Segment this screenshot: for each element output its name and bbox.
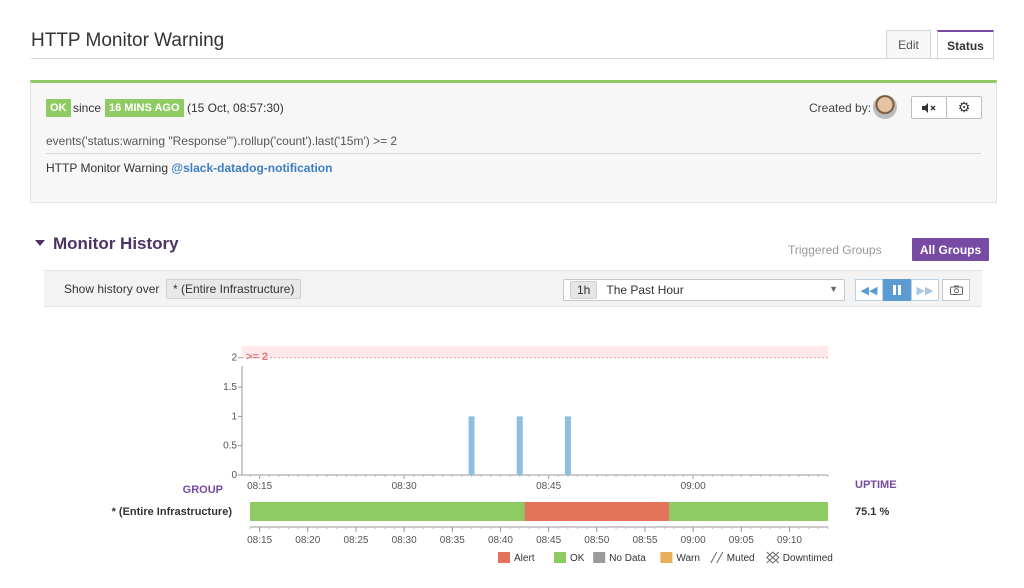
legend-label: Downtimed (783, 553, 833, 564)
timeline-tick-label: 09:05 (729, 535, 754, 546)
history-toolbar: Show history over * (Entire Infrastructu… (44, 270, 982, 307)
x-tick-label: 08:45 (536, 481, 561, 492)
monitor-history-chart: >= 2 0 0.5 1 1.5 2 08:15 08:30 08:45 09:00 GROUP … (112, 346, 897, 564)
legend-item-downtimed: Downtimed (766, 551, 833, 564)
chart-bar (564, 416, 571, 475)
evaluation-graph: >= 2 0 0.5 1 1.5 2 08:15 08:30 08:45 09:00 (223, 346, 829, 492)
monitor-history-title[interactable]: Monitor History (53, 234, 179, 254)
timeframe-label: The Past Hour (606, 283, 684, 297)
group-name: * (Entire Infrastructure) (112, 506, 233, 518)
timeline-tick-label: 08:55 (632, 535, 657, 546)
timeline-tick-label: 08:40 (488, 535, 513, 546)
gear-icon: ⚙ (957, 99, 971, 115)
monitor-message: HTTP Monitor Warning @slack-datadog-noti… (46, 161, 332, 175)
title-divider (31, 58, 994, 59)
settings-button[interactable]: ⚙ (946, 96, 982, 119)
timeline-segment-ok (669, 502, 828, 521)
y-tick-label: 0 (231, 470, 237, 481)
legend-item-ok: OK (554, 552, 585, 564)
timeline-segment-ok (250, 502, 525, 521)
timeline-tick-label: 08:35 (440, 535, 465, 546)
timeline-tick-label: 08:30 (392, 535, 417, 546)
legend-swatch (710, 551, 724, 564)
mute-button[interactable] (911, 96, 947, 119)
triggered-groups-tab[interactable]: Triggered Groups (788, 243, 882, 257)
x-tick-label: 08:30 (392, 481, 417, 492)
threshold-label: >= 2 (246, 351, 268, 363)
x-tick-label: 08:15 (247, 481, 272, 492)
state-badge: OK (46, 99, 71, 117)
legend-item-muted: Muted (710, 551, 755, 564)
legend-item-warn: Warn (660, 552, 700, 564)
x-tick-label: 09:00 (681, 481, 706, 492)
legend-label: Alert (514, 553, 535, 564)
tab-status[interactable]: Status (937, 30, 994, 60)
chart-bar (468, 416, 475, 475)
pause-button[interactable] (883, 279, 911, 301)
legend-item-alert: Alert (498, 552, 535, 564)
message-text: HTTP Monitor Warning (46, 161, 169, 175)
rewind-button[interactable]: ◀◀ (855, 279, 883, 301)
dropdown-arrow-icon: ▼ (829, 284, 838, 294)
duration-badge: 16 MINS AGO (105, 99, 184, 117)
avatar[interactable] (873, 95, 897, 119)
timeline-tick-label: 09:10 (777, 535, 802, 546)
message-mention-link[interactable]: @slack-datadog-notification (171, 161, 332, 175)
panel-divider (46, 153, 981, 154)
timeline-tick-label: 08:15 (247, 535, 272, 546)
pause-icon (893, 285, 901, 295)
y-tick-label: 0.5 (223, 441, 237, 452)
fast-forward-button[interactable]: ▶▶ (911, 279, 939, 301)
legend-swatch (498, 552, 510, 563)
collapse-caret-icon[interactable] (35, 240, 45, 246)
status-panel: OK since 16 MINS AGO (15 Oct, 08:57:30) … (30, 80, 997, 203)
y-tick-label: 1 (231, 411, 237, 422)
show-history-label: Show history over (64, 282, 160, 296)
monitor-query: events('status:warning "Response"').roll… (46, 134, 398, 148)
timeline-tick-label: 08:20 (295, 535, 320, 546)
group-timeline: GROUP UPTIME * (Entire Infrastructure) 7… (112, 479, 897, 546)
legend-item-no-data: No Data (593, 552, 646, 564)
uptime-value: 75.1 % (855, 506, 889, 518)
mute-icon (922, 102, 936, 113)
since-timestamp: (15 Oct, 08:57:30) (187, 101, 284, 115)
legend-label: Muted (727, 553, 755, 564)
threshold-band (242, 346, 828, 358)
chart-bar (516, 416, 523, 475)
page-title: HTTP Monitor Warning (31, 30, 225, 51)
all-groups-button[interactable]: All Groups (912, 238, 989, 261)
camera-icon (949, 285, 963, 295)
rewind-icon: ◀◀ (860, 284, 878, 297)
legend-label: OK (570, 553, 585, 564)
created-by-label: Created by: (809, 101, 872, 115)
legend-label: Warn (676, 553, 700, 564)
group-header: GROUP (183, 484, 223, 496)
legend-swatch (593, 552, 606, 563)
timeline-segment-alert (524, 502, 670, 521)
legend-swatch (554, 552, 566, 563)
timeframe-select[interactable]: 1h The Past Hour ▼ (563, 279, 845, 301)
since-label: since (73, 101, 102, 115)
timeline-tick-label: 08:45 (536, 535, 561, 546)
snapshot-button[interactable] (942, 279, 970, 301)
legend-swatch (660, 552, 673, 563)
legend-label: No Data (609, 553, 646, 564)
legend: Alert OK No Data Warn Muted Downtimed (498, 551, 833, 564)
timeline-tick-label: 09:00 (681, 535, 706, 546)
legend-swatch (766, 551, 780, 564)
fast-forward-icon: ▶▶ (916, 284, 934, 297)
timeline-tick-label: 08:50 (584, 535, 609, 546)
uptime-header: UPTIME (855, 479, 897, 491)
y-tick-label: 1.5 (223, 382, 237, 393)
y-tick-label: 2 (231, 353, 237, 364)
tab-edit[interactable]: Edit (886, 30, 931, 59)
timeframe-short: 1h (570, 281, 598, 299)
scope-selector[interactable]: * (Entire Infrastructure) (166, 279, 302, 299)
timeline-tick-label: 08:25 (343, 535, 368, 546)
